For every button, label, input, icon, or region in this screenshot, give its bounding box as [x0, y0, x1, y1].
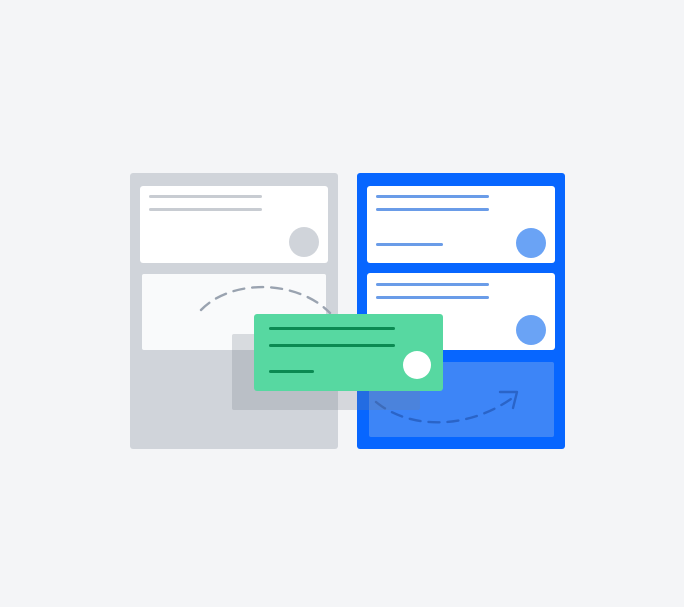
moving-card-line	[269, 327, 395, 330]
kanban-illustration	[0, 0, 684, 607]
curved-dashed-arrow-icon	[199, 285, 519, 424]
arrow-path-start	[199, 285, 332, 315]
moving-card-line	[269, 370, 314, 373]
moving-card-line	[269, 344, 395, 347]
moving-card-avatar	[403, 351, 431, 379]
moving-card[interactable]	[254, 314, 443, 391]
